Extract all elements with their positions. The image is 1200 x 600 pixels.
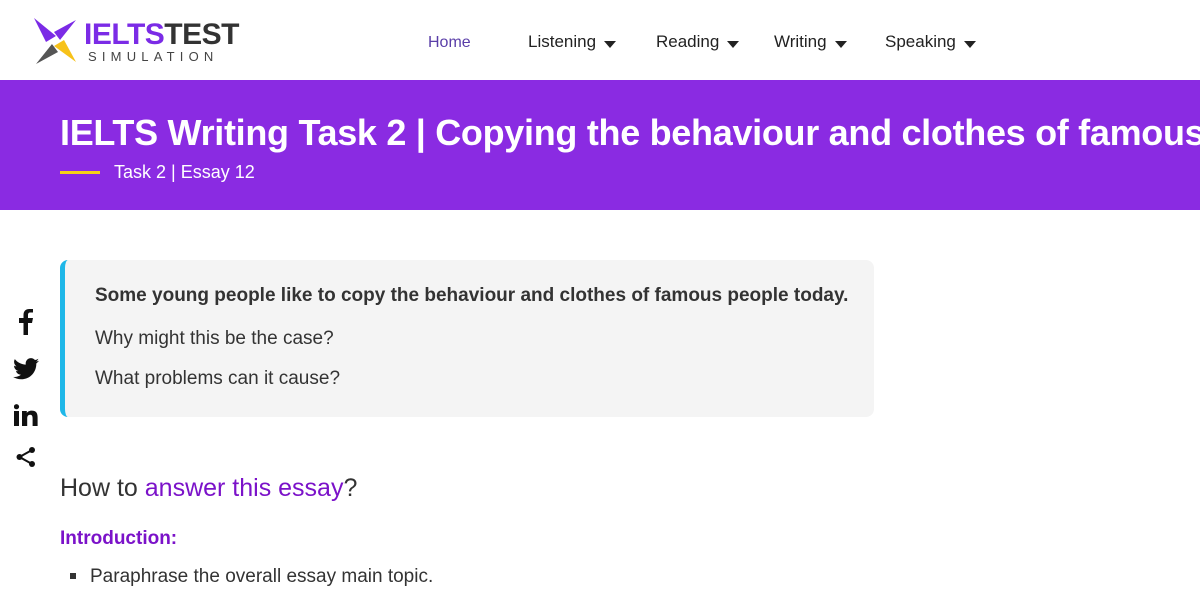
- nav-item-writing[interactable]: Writing: [774, 32, 847, 52]
- linkedin-icon[interactable]: [12, 401, 40, 429]
- share-icon[interactable]: [12, 443, 40, 471]
- question-line: Why might this be the case?: [95, 328, 334, 349]
- question-statement: Some young people like to copy the behav…: [95, 285, 849, 306]
- breadcrumb: Task 2 | Essay 12: [114, 162, 255, 182]
- logo-subtitle: SIMULATION: [88, 49, 219, 64]
- nav-item-label: Home: [428, 34, 471, 51]
- answer-essay-link[interactable]: answer this essay: [145, 474, 344, 502]
- logo-title: IELTSTEST: [84, 18, 239, 51]
- question-line: What problems can it cause?: [95, 368, 341, 389]
- caret-down-icon: [604, 41, 617, 49]
- page-banner: IELTS Writing Task 2 | Copying the behav…: [0, 80, 1200, 210]
- caret-down-icon: [834, 41, 847, 49]
- logo-star-icon: [34, 18, 76, 64]
- nav-item-speaking[interactable]: Speaking: [885, 32, 976, 52]
- nav-item-reading[interactable]: Reading: [656, 32, 740, 52]
- howto-heading: How to answer this essay?: [60, 474, 358, 502]
- caret-down-icon: [963, 41, 976, 49]
- page-title: IELTS Writing Task 2 | Copying the behav…: [60, 112, 1200, 153]
- list-item-text: Paraphrase the overall essay main topic.: [90, 566, 434, 587]
- nav-item-label: Speaking: [885, 32, 956, 51]
- nav-item-home[interactable]: Home: [428, 33, 471, 53]
- nav-item-label: Reading: [656, 32, 720, 51]
- introduction-heading: Introduction:: [60, 528, 178, 549]
- list-item: Paraphrase the overall essay main topic.: [70, 566, 433, 588]
- nav-item-label: Writing: [774, 32, 827, 51]
- nav-item-label: Listening: [528, 32, 597, 51]
- site-header: IELTSTEST SIMULATION Home Listening Read…: [0, 0, 1200, 80]
- title-accent-line: [60, 171, 100, 174]
- bullet-square-icon: [70, 573, 76, 579]
- essay-question-box: Some young people like to copy the behav…: [60, 260, 874, 417]
- caret-down-icon: [727, 41, 740, 49]
- nav-item-listening[interactable]: Listening: [528, 32, 617, 52]
- twitter-icon[interactable]: [12, 355, 40, 383]
- site-logo[interactable]: IELTSTEST SIMULATION: [30, 14, 239, 68]
- facebook-icon[interactable]: [12, 308, 40, 336]
